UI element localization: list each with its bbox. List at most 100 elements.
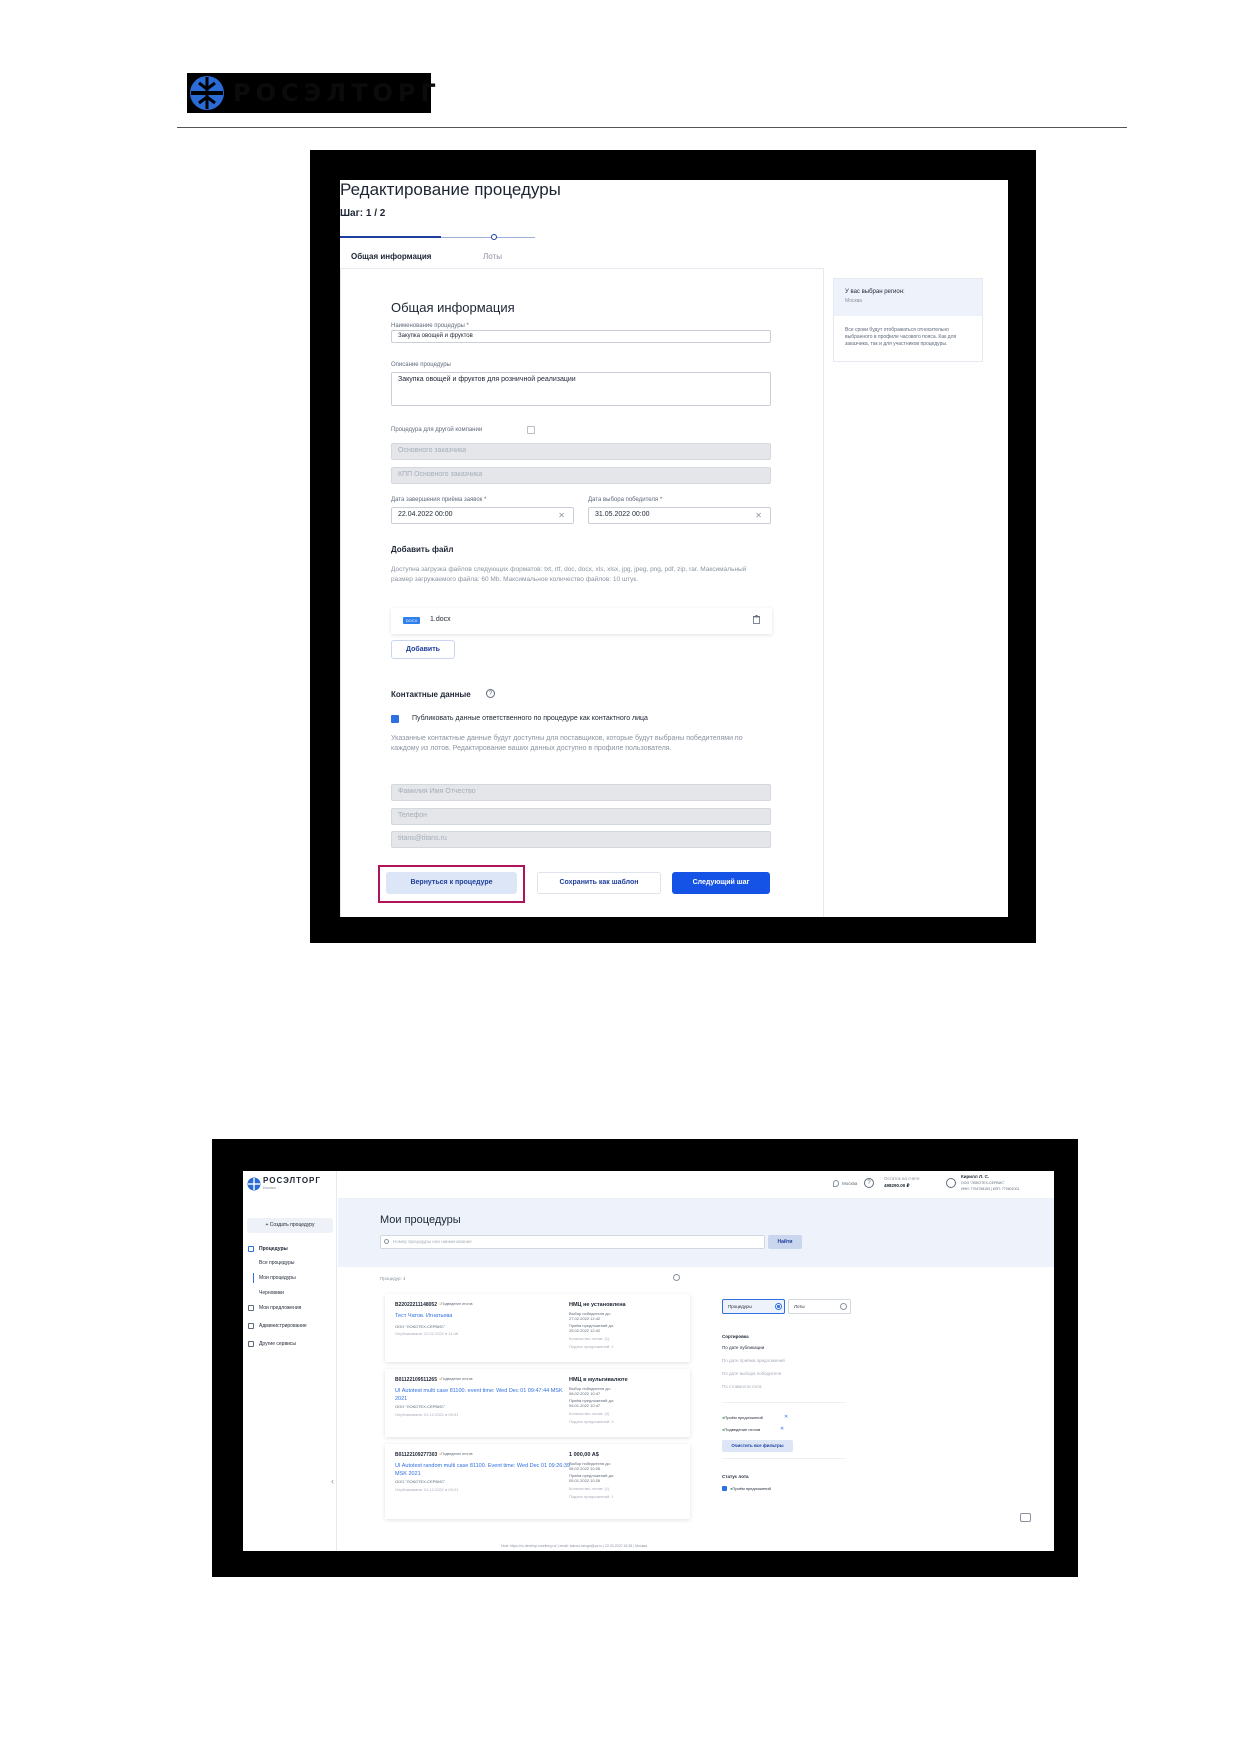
winner-date-value: 27.02.2022 12:42 [569,1316,601,1321]
procedure-number: B01122109277303 [395,1452,438,1458]
tab-lots[interactable]: Лоты [483,252,502,261]
my-procedures-page: РОСЭЛТОРГ Бизнес + Создать процедуру Про… [243,1171,1054,1551]
other-company-checkbox[interactable] [527,426,535,434]
location-icon [833,1180,839,1187]
procedure-name-label: Наименование процедуры * [391,323,469,329]
sort-by-publication[interactable]: По дате публикации [722,1345,764,1350]
sort-by-offers-date[interactable]: По дате приёма предложений [722,1358,785,1363]
procedure-number: B22022211148052 [395,1302,437,1308]
save-as-template-button[interactable]: Сохранить как шаблон [537,872,661,894]
winner-date-value: 08.02.2022 10:26 [569,1466,601,1471]
sidebar-item-my-offers[interactable]: Мои предложения [259,1305,301,1311]
procedure-name[interactable]: UI Autotest random multi case 81100. Eve… [395,1462,575,1478]
sidebar-item-other-services[interactable]: Другие сервисы [259,1341,296,1347]
customer-inn-field[interactable]: Основного заказчика [391,443,771,460]
back-to-procedure-button[interactable]: Вернуться к процедуре [386,872,517,894]
filter-chip[interactable]: Подведение итогов [722,1427,760,1432]
filter-chip[interactable]: Приём предложений [722,1415,762,1420]
status-checkbox[interactable] [722,1486,727,1491]
procedure-price: 1 000,00 A$ [569,1452,599,1458]
city-selector[interactable]: Москва [842,1181,857,1186]
sidebar-item-my-procedures[interactable]: Мои процедуры [259,1275,296,1281]
sidebar: РОСЭЛТОРГ Бизнес + Создать процедуру Про… [243,1171,337,1551]
contact-fio-field[interactable]: Фамилия Имя Отчество [391,784,771,801]
publish-contacts-label: Публиковать данные ответственного по про… [412,715,648,722]
tab-general-info[interactable]: Общая информация [351,252,431,261]
publish-contacts-checkbox[interactable] [391,715,399,723]
find-button[interactable]: Найти [768,1235,802,1249]
procedure-description-textarea[interactable]: Закупка овощей и фруктов для розничной р… [391,372,771,406]
status-badge: Подведение итогов [439,1302,472,1306]
screenshot-edit-procedure: Редактирование процедуры Шаг: 1 / 2 Обща… [310,150,1036,943]
user-org: ООО "ЛОКОТЕХ-СЕРВИС" [961,1181,1005,1185]
trash-icon[interactable] [753,615,760,624]
contact-phone-field[interactable]: Телефон [391,808,771,825]
clear-icon[interactable]: ✕ [755,511,762,520]
lots-count: Количество лотов: (1) [569,1336,610,1341]
close-icon[interactable]: ✕ [780,1426,784,1432]
roseltorg-emblem-icon [247,1177,261,1191]
procedure-card[interactable]: B01122109511265 Подведение итогов UI Aut… [385,1369,690,1437]
winner-date-label: Дата выбора победителя * [588,497,663,503]
sort-by-winner-date[interactable]: По дате выбора победителя [722,1371,781,1376]
contact-email-field[interactable]: titans@titans.ru [391,831,771,848]
procedure-card[interactable]: B22022211148052 Подведение итогов Тест Ч… [385,1294,690,1362]
step-indicator: Шаг: 1 / 2 [340,208,386,219]
winner-date-input[interactable]: 31.05.2022 00:00 ✕ [588,507,771,524]
procedure-published: Опубликована: 22.02.2022 в 11:48 [395,1331,459,1336]
sidebar-item-drafts[interactable]: Черновики [259,1290,284,1296]
status-option[interactable]: Приём предложений [730,1486,770,1491]
radio-selected-icon[interactable] [775,1303,782,1310]
section-title: Общая информация [391,300,515,315]
add-file-title: Добавить файл [391,545,454,554]
sidebar-item-procedures[interactable]: Процедуры [259,1246,288,1252]
procedure-name-input[interactable]: Закупка овощей и фруктов [391,330,771,343]
help-icon[interactable]: ? [486,689,495,698]
footer-info: Host: https://rx-develop.roseltorg.ru/ |… [501,1544,648,1548]
sidebar-item-all-procedures[interactable]: Все процедуры [259,1260,295,1266]
gear-icon[interactable] [673,1274,680,1281]
deadline-label: Дата завершения приёма заявок * [391,497,487,503]
customer-kpp-field[interactable]: КПП Основного заказчика [391,467,771,484]
roseltorg-logo: РОСЭЛТОРГ [187,73,436,113]
search-icon [384,1239,389,1244]
procedure-org: ООО "ЛОКОТЕХ-СЕРВИС" [395,1324,446,1329]
clear-icon[interactable]: ✕ [558,511,565,520]
lots-count: Количество лотов: (4) [569,1411,610,1416]
lot-status-title: Статус лота [722,1474,749,1479]
user-name[interactable]: Кирилл Л. С. [961,1174,989,1179]
header-divider [177,127,1127,128]
procedure-card[interactable]: B01122109277303 Подведение итогов UI Aut… [385,1444,690,1519]
user-avatar-icon[interactable] [946,1178,956,1188]
add-file-button[interactable]: Добавить [391,640,455,659]
winner-date-value: 08.02.2022 10:47 [569,1391,601,1396]
help-icon[interactable]: ? [864,1178,874,1188]
clear-filters-button[interactable]: Очистить все фильтры [722,1440,793,1452]
offers-count: Подано предложений: 1 [569,1494,614,1499]
sort-title: Сортировка [722,1334,749,1339]
edit-procedure-page: Редактирование процедуры Шаг: 1 / 2 Обща… [340,180,1008,917]
collapse-sidebar-icon[interactable]: ‹ [331,1476,334,1486]
create-procedure-button[interactable]: + Создать процедуру [247,1218,333,1233]
sort-by-lot-price[interactable]: По стоимости лота [722,1384,762,1389]
procedure-name[interactable]: Тест Чатов. Игнатьева [395,1312,575,1320]
offers-date-value: 25.02.2022 12:42 [569,1328,601,1333]
radio-icon[interactable] [840,1303,847,1310]
balance-label: Остаток на счете [884,1176,920,1181]
sidebar-item-administration[interactable]: Администрирование [259,1323,307,1329]
attached-file-name[interactable]: 1.docx [430,616,451,623]
docx-file-icon: DOCX [403,617,420,624]
deadline-date-input[interactable]: 22.04.2022 00:00 ✕ [391,507,574,524]
procedures-count: Процедур: 4 [380,1276,406,1281]
offers-date-value: 05.01.2022 10:47 [569,1403,601,1408]
procedure-description-label: Описание процедуры [391,362,451,368]
close-icon[interactable]: ✕ [784,1414,788,1420]
next-step-button[interactable]: Следующий шаг [672,872,770,894]
offers-count: Подано предложений: 1 [569,1344,614,1349]
chat-icon[interactable] [1020,1513,1031,1522]
procedure-name[interactable]: UI Autotest multi case 81100. event time… [395,1387,575,1403]
offers-icon [248,1305,254,1311]
balance-value: 498290.00 ₽ [884,1183,910,1188]
region-value: Москва [845,298,863,304]
search-input[interactable]: Номер процедуры или наименование [380,1235,765,1249]
